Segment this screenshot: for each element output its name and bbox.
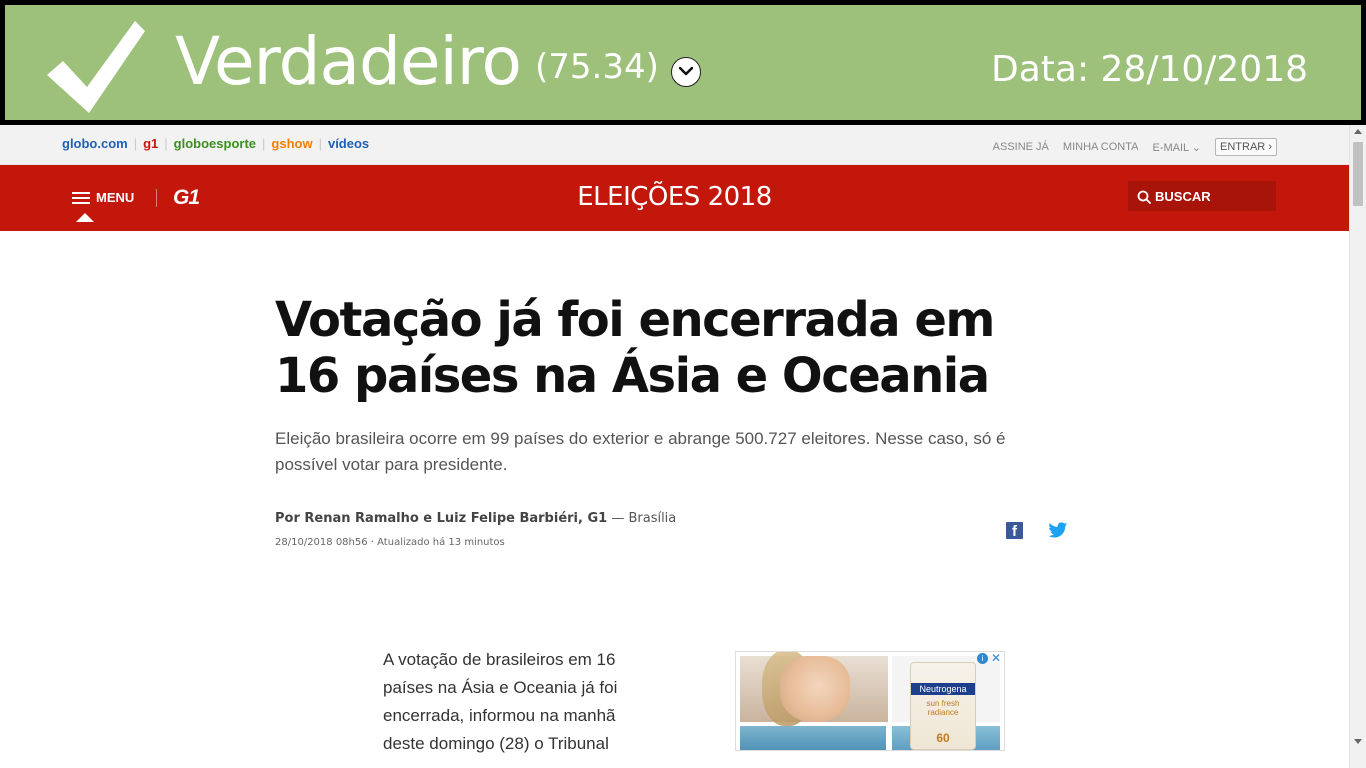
separator: | bbox=[133, 136, 138, 151]
separator: | bbox=[318, 136, 322, 151]
separator: | bbox=[164, 136, 168, 151]
link-globo[interactable]: globo.com bbox=[62, 136, 128, 151]
chevron-down-icon bbox=[679, 67, 693, 76]
chevron-right-icon: › bbox=[1265, 141, 1272, 153]
ad-brand: Neutrogena bbox=[911, 683, 975, 695]
link-assine[interactable]: ASSINE JÁ bbox=[993, 141, 1049, 153]
facebook-icon: f bbox=[1012, 523, 1017, 540]
verdict-banner: Verdadeiro (75.34) Data: 28/10/2018 bbox=[0, 0, 1366, 125]
checkmark-icon bbox=[47, 21, 145, 113]
search-label: BUSCAR bbox=[1155, 189, 1211, 204]
verdict-panel: Verdadeiro (75.34) Data: 28/10/2018 bbox=[5, 5, 1361, 120]
network-links: globo.com | g1 | globoesporte | gshow | … bbox=[62, 136, 369, 151]
g1-header: MENU G1 ELEIÇÕES 2018 BUSCAR bbox=[0, 165, 1349, 231]
menu-caret-icon bbox=[76, 213, 94, 222]
ad-sea bbox=[740, 726, 886, 750]
verdict-expand-button[interactable] bbox=[671, 57, 701, 87]
byline-location: — Brasília bbox=[611, 511, 677, 526]
account-links: ASSINE JÁ MINHA CONTA E-MAIL ⌄ ENTRAR › bbox=[979, 138, 1277, 156]
article-dateline: 28/10/2018 08h56 · Atualizado há 13 minu… bbox=[275, 537, 505, 548]
verdict-label: Verdadeiro bbox=[175, 23, 522, 100]
link-email[interactable]: E-MAIL ⌄ bbox=[1152, 141, 1201, 154]
article-byline: Por Renan Ramalho e Luiz Felipe Barbiéri… bbox=[275, 511, 676, 526]
ad-info-icon[interactable]: i bbox=[977, 653, 988, 664]
ad-product-name: sun fresh radiance bbox=[926, 699, 960, 717]
ad-close-icon[interactable]: ✕ bbox=[991, 652, 1001, 665]
entrar-label: ENTRAR bbox=[1220, 141, 1266, 153]
facebook-share-button[interactable]: f bbox=[1006, 522, 1023, 540]
link-globoesporte[interactable]: globoesporte bbox=[174, 136, 256, 151]
globo-network-bar: globo.com | g1 | globoesporte | gshow | … bbox=[0, 125, 1349, 165]
twitter-share-button[interactable] bbox=[1048, 522, 1068, 539]
chevron-down-icon: ⌄ bbox=[1188, 141, 1202, 154]
article-body-paragraph: A votação de brasileiros em 16 países na… bbox=[383, 650, 618, 753]
article-subhead: Eleição brasileira ocorre em 99 países d… bbox=[275, 429, 1006, 474]
ad-product-image: Neutrogena sun fresh radiance 60 bbox=[910, 662, 976, 750]
advertisement[interactable]: Neutrogena sun fresh radiance 60 i ✕ bbox=[735, 651, 1005, 751]
scroll-up-icon[interactable] bbox=[1354, 129, 1362, 134]
link-gshow[interactable]: gshow bbox=[271, 136, 312, 151]
article-headline: Votação já foi encerrada em 16 países na… bbox=[275, 292, 995, 404]
page-scrollbar[interactable] bbox=[1349, 125, 1366, 768]
link-g1[interactable]: g1 bbox=[143, 136, 158, 151]
entrar-button[interactable]: ENTRAR › bbox=[1215, 138, 1277, 156]
ad-photo bbox=[740, 652, 888, 726]
byline-authors: Por Renan Ramalho e Luiz Felipe Barbiéri… bbox=[275, 511, 608, 526]
link-videos[interactable]: vídeos bbox=[328, 136, 369, 151]
verdict-date: Data: 28/10/2018 bbox=[991, 49, 1309, 90]
search-icon bbox=[1137, 190, 1151, 204]
search-button[interactable]: BUSCAR bbox=[1128, 181, 1276, 211]
scroll-down-icon[interactable] bbox=[1354, 739, 1362, 744]
verdict-score: (75.34) bbox=[535, 47, 659, 87]
link-minha-conta[interactable]: MINHA CONTA bbox=[1063, 141, 1139, 153]
separator: | bbox=[262, 136, 266, 151]
ad-spf: 60 bbox=[936, 731, 950, 745]
email-label: E-MAIL bbox=[1152, 141, 1189, 154]
scroll-thumb[interactable] bbox=[1353, 142, 1363, 206]
